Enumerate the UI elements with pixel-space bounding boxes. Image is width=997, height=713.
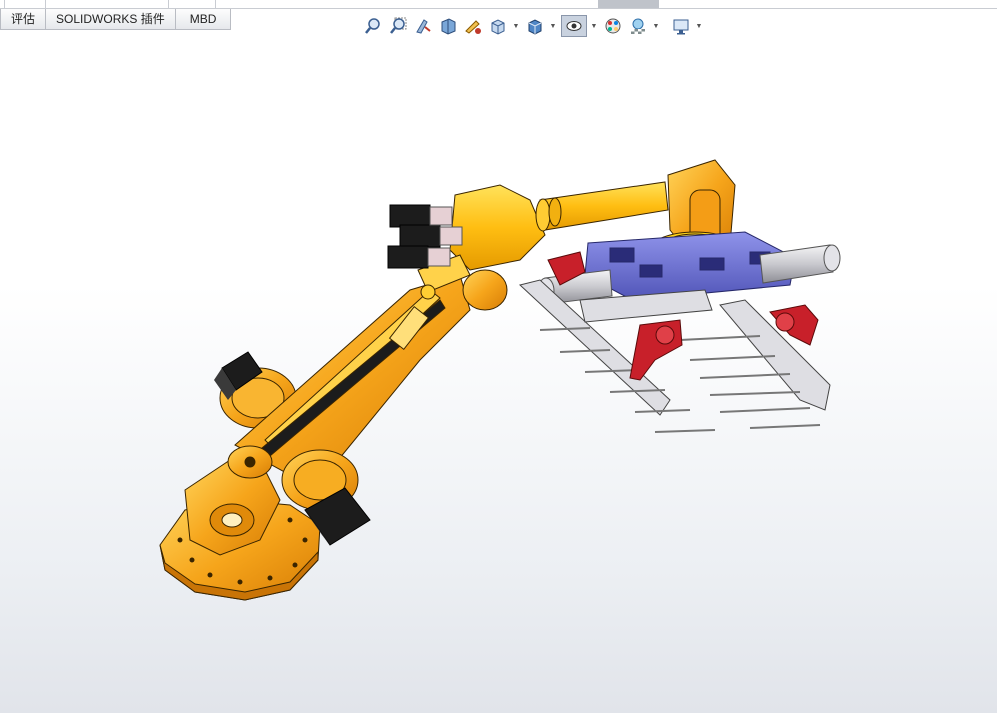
heads-up-view-toolbar: ▼ ▼ ▼ ▼ ▼	[362, 12, 707, 40]
previous-view-icon[interactable]	[412, 15, 434, 37]
chevron-down-icon[interactable]: ▼	[590, 15, 598, 37]
section-view-icon[interactable]	[437, 15, 459, 37]
hide-show-items-icon[interactable]	[561, 15, 587, 37]
chevron-down-icon[interactable]: ▼	[652, 15, 660, 37]
view-orientation-icon[interactable]	[487, 15, 509, 37]
view-settings-icon[interactable]	[670, 15, 692, 37]
tab-mbd[interactable]: MBD	[174, 9, 232, 30]
chevron-down-icon[interactable]: ▼	[549, 15, 557, 37]
dynamic-annotation-icon[interactable]	[462, 15, 484, 37]
chevron-down-icon[interactable]: ▼	[512, 15, 520, 37]
display-style-icon[interactable]	[524, 15, 546, 37]
zoom-to-fit-icon[interactable]	[362, 15, 384, 37]
apply-scene-icon[interactable]	[627, 15, 649, 37]
top-rule-segment	[0, 0, 216, 8]
tab-evaluate[interactable]: 评估	[0, 9, 47, 30]
chevron-down-icon[interactable]: ▼	[695, 15, 703, 37]
robot-model[interactable]	[0, 0, 997, 713]
tab-solidworks-addins[interactable]: SOLIDWORKS 插件	[45, 9, 176, 30]
zoom-area-icon[interactable]	[387, 15, 409, 37]
edit-appearance-icon[interactable]	[602, 15, 624, 37]
top-rule	[0, 0, 997, 9]
active-top-tab[interactable]	[598, 0, 659, 8]
